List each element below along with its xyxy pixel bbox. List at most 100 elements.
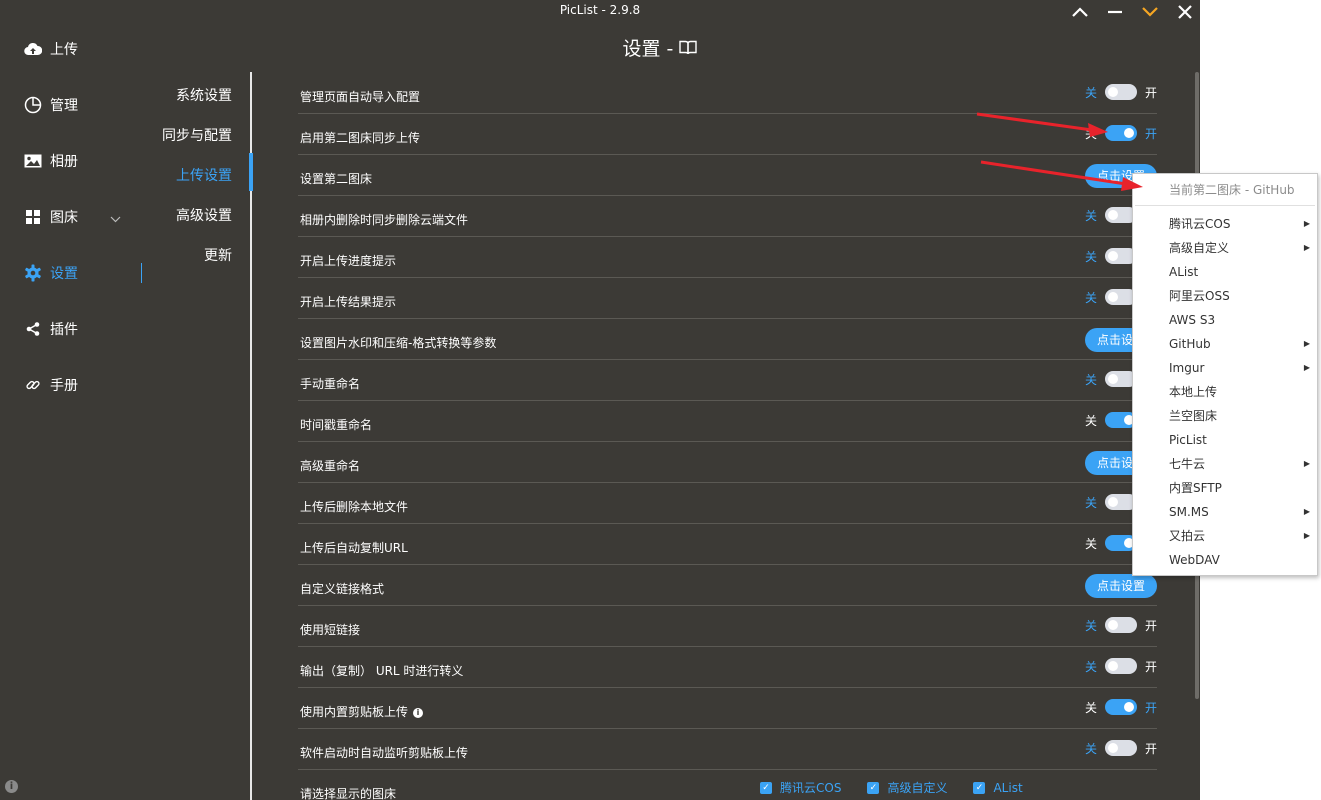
picbed-checkbox-group: ✓ 腾讯云COS ✓ 高级自定义 ✓ AList [760, 779, 1049, 796]
picbed-checkbox[interactable]: ✓ AList [973, 779, 1023, 796]
checkbox-checked-icon[interactable]: ✓ [867, 781, 880, 794]
subnav-system[interactable]: 系统设置 [176, 85, 232, 105]
setting-label-text: 时间戳重命名 [300, 418, 373, 432]
setting-row: 管理页面自动导入配置 关开 [298, 72, 1157, 114]
toggle-switch[interactable] [1104, 125, 1137, 141]
sidebar-item-gallery[interactable]: 相册 [0, 141, 150, 181]
menu-item[interactable]: 七牛云 ▶ [1169, 452, 1317, 476]
submenu-arrow-icon: ▶ [1303, 339, 1310, 348]
menu-item[interactable]: 腾讯云COS ▶ [1169, 212, 1317, 236]
sidebar-item-label: 图床 [50, 210, 78, 226]
toggle-switch[interactable] [1104, 740, 1137, 756]
sidebar-item-label: 手册 [50, 378, 78, 394]
setting-label-text: 上传后自动复制URL [300, 541, 408, 555]
info-icon[interactable]: i [413, 708, 424, 718]
subnav-update[interactable]: 更新 [204, 245, 232, 265]
grid-icon [23, 207, 43, 227]
toggle-off-label: 关 [1084, 290, 1097, 305]
menu-item[interactable]: 本地上传 [1169, 380, 1317, 404]
toggle-switch[interactable] [1104, 699, 1137, 715]
toggle-off-label: 关 [1084, 659, 1097, 674]
toggle-off-label: 关 [1084, 413, 1097, 428]
subnav-active-bar [249, 153, 253, 191]
setting-label-text: 管理页面自动导入配置 [300, 90, 421, 104]
sidebar-item-manual[interactable]: 手册 [0, 365, 150, 405]
toggle-off-label: 关 [1084, 618, 1097, 633]
sidebar-item-manage[interactable]: 管理 [0, 85, 150, 125]
toggle-group: 关开 [1085, 656, 1157, 676]
subnav-advanced[interactable]: 高级设置 [176, 205, 232, 225]
pie-chart-icon [23, 95, 43, 115]
toggle-switch[interactable] [1104, 617, 1137, 633]
menu-item[interactable]: 内置SFTP [1169, 476, 1317, 500]
setting-label: 设置图片水印和压缩-格式转换等参数 [300, 334, 496, 351]
menu-item[interactable]: 兰空图床 [1169, 404, 1317, 428]
menu-item[interactable]: AList [1169, 260, 1317, 284]
settings-button[interactable]: 点击设置 [1085, 574, 1157, 598]
picbed-checkbox[interactable]: ✓ 腾讯云COS [760, 779, 841, 796]
toggle-on-label: 开 [1144, 126, 1157, 141]
app-window: PicList - 2.9.8 上传 管理 相册 图床 设置 插件 手册 i 设… [0, 0, 1200, 800]
setting-row: 输出（复制） URL 时进行转义 关开 [298, 646, 1157, 688]
menu-item[interactable]: Imgur ▶ [1169, 356, 1317, 380]
toggle-knob [1107, 620, 1118, 630]
checkbox-checked-icon[interactable]: ✓ [760, 781, 772, 794]
setting-row: 软件启动时自动监听剪贴板上传关开 [298, 728, 1157, 770]
setting-label-text: 使用短链接 [300, 623, 361, 637]
menu-item[interactable]: WebDAV [1169, 548, 1317, 572]
sidebar-item-upload[interactable]: 上传 [0, 29, 150, 69]
menu-item[interactable]: PicList [1169, 428, 1317, 452]
checkbox-checked-icon[interactable]: ✓ [973, 781, 986, 794]
sidebar: 上传 管理 相册 图床 设置 插件 手册 [0, 22, 150, 800]
toggle-knob [1123, 128, 1134, 138]
book-icon[interactable] [679, 37, 698, 59]
setting-row: 设置图片水印和压缩-格式转换等参数 点击设置 [298, 318, 1157, 360]
menu-item[interactable]: 高级自定义 ▶ [1169, 236, 1317, 260]
menu-item[interactable]: GitHub ▶ [1169, 332, 1317, 356]
toggle-off-label: 关 [1084, 700, 1097, 715]
info-icon[interactable]: i [5, 780, 18, 793]
picbed-context-menu: 当前第二图床 - GitHub 腾讯云COS ▶ 高级自定义 ▶ AList 阿里云OSS… [1132, 173, 1318, 576]
setting-label-text: 开启上传结果提示 [300, 295, 397, 309]
menu-item[interactable]: 又拍云 ▶ [1169, 524, 1317, 548]
chevron-down-icon [110, 211, 121, 227]
setting-label-text: 自定义链接格式 [300, 582, 385, 596]
toggle-knob [1107, 497, 1118, 507]
submenu-arrow-icon: ▶ [1303, 243, 1310, 252]
menu-item[interactable]: 阿里云OSS [1169, 284, 1317, 308]
setting-label: 请选择显示的图床 [300, 785, 396, 800]
toggle-off-label: 关 [1084, 372, 1097, 387]
toggle-knob [1107, 661, 1118, 671]
sidebar-item-settings[interactable]: 设置 [0, 253, 150, 293]
toggle-knob [1107, 87, 1118, 97]
toggle-switch[interactable] [1104, 658, 1137, 674]
close-icon[interactable] [1174, 2, 1196, 22]
menu-header: 当前第二图床 - GitHub [1169, 183, 1295, 197]
setting-label: 时间戳重命名 [300, 416, 372, 433]
setting-label-text: 输出（复制） URL 时进行转义 [300, 664, 464, 678]
toggle-knob [1123, 702, 1134, 712]
menu-item-label: 兰空图床 [1169, 409, 1218, 423]
setting-row: 开启上传结果提示关开 [298, 277, 1157, 319]
menu-item[interactable]: AWS S3 [1169, 308, 1317, 332]
setting-label: 开启上传进度提示 [300, 252, 396, 269]
toggle-group: 关开 [1085, 123, 1157, 143]
sidebar-item-plugins[interactable]: 插件 [0, 309, 150, 349]
picbed-checkbox[interactable]: ✓ 高级自定义 [867, 779, 947, 796]
menu-item-label: PicList [1169, 433, 1207, 447]
submenu-arrow-icon: ▶ [1303, 507, 1310, 516]
toggle-switch[interactable] [1104, 84, 1137, 100]
page-title: 设置 - [560, 34, 760, 61]
toggle-group: 关开 [1085, 82, 1157, 102]
chevron-down-icon[interactable] [1139, 2, 1161, 22]
minimize-icon[interactable] [1104, 2, 1126, 22]
menu-item[interactable]: SM.MS ▶ [1169, 500, 1317, 524]
toggle-knob [1107, 743, 1118, 753]
active-indicator [141, 263, 142, 283]
subnav-upload[interactable]: 上传设置 [176, 165, 232, 185]
subnav-sync[interactable]: 同步与配置 [162, 125, 232, 145]
menu-divider [1135, 205, 1315, 206]
chevron-up-icon[interactable] [1069, 2, 1091, 22]
sidebar-item-label: 管理 [50, 98, 78, 114]
sidebar-item-picbed[interactable]: 图床 [0, 197, 150, 237]
